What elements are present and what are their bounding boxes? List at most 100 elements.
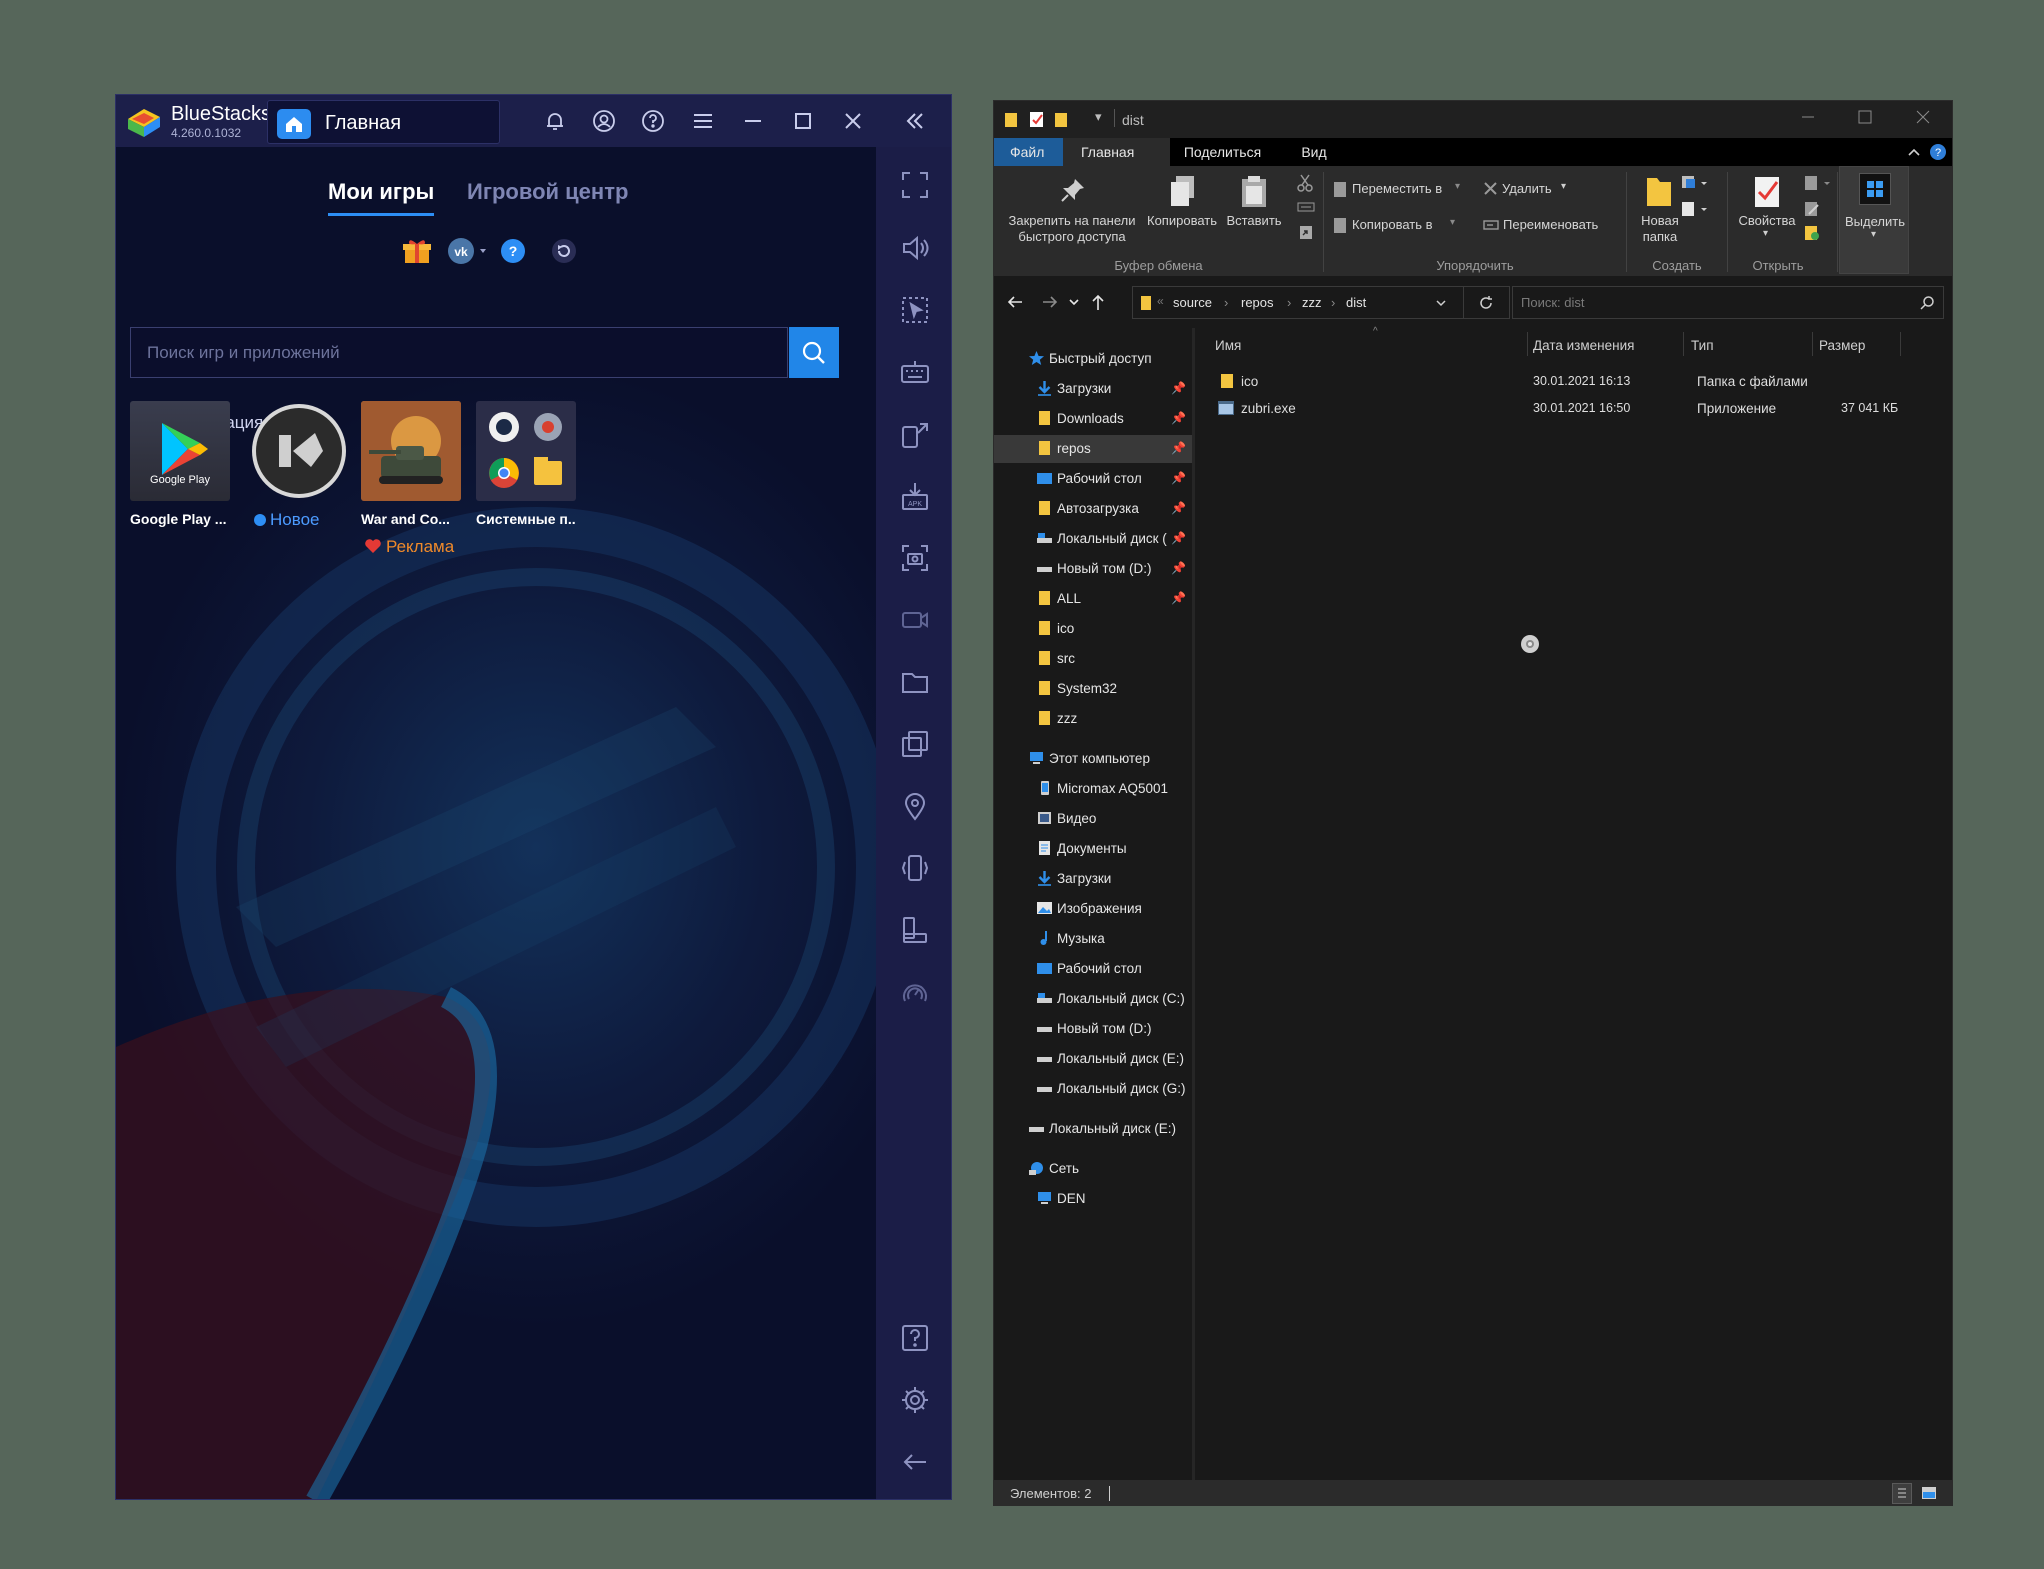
address-bar[interactable]: « source › repos › zzz › dist (1132, 286, 1510, 319)
back-icon[interactable] (900, 1447, 930, 1477)
properties-button[interactable]: Свойства ▾ (1730, 172, 1804, 252)
file-row[interactable]: zubri.exe 30.01.2021 16:50 Приложение 37… (1195, 395, 1952, 422)
screenshot-icon[interactable] (900, 543, 930, 573)
nav-pc-drive-g[interactable]: Локальный диск (G:) (994, 1075, 1192, 1103)
edit-icon[interactable] (1803, 200, 1821, 218)
maximize-icon[interactable] (789, 107, 817, 135)
copy-icon[interactable] (900, 729, 930, 759)
minimize-icon[interactable] (1800, 109, 1816, 125)
close-icon[interactable] (1915, 109, 1931, 125)
nav-pc-documents[interactable]: Документы (994, 835, 1192, 863)
location-icon[interactable] (900, 791, 930, 821)
nav-pc-drive-d[interactable]: Новый том (D:) (994, 1015, 1192, 1043)
history-icon[interactable] (1803, 224, 1821, 242)
folder-icon[interactable] (900, 667, 930, 697)
close-icon[interactable] (839, 107, 867, 135)
nav-item-desktop[interactable]: Рабочий стол 📌 (994, 465, 1192, 493)
nav-network[interactable]: Сеть (994, 1155, 1192, 1183)
column-separator[interactable] (1683, 332, 1684, 356)
breadcrumb-repos[interactable]: repos (1241, 295, 1274, 310)
maximize-icon[interactable] (1857, 109, 1873, 125)
column-header-type[interactable]: Тип (1691, 338, 1714, 353)
paste-shortcut-icon[interactable] (1298, 224, 1314, 240)
nav-item-drive-d[interactable]: Новый том (D:) 📌 (994, 555, 1192, 583)
breadcrumb-source[interactable]: source (1173, 295, 1212, 310)
eco-mode-icon[interactable] (900, 977, 930, 1007)
volume-icon[interactable] (900, 233, 930, 263)
tab-share[interactable]: Поделиться (1170, 144, 1275, 160)
open-icon[interactable] (1803, 174, 1833, 192)
new-item-icon[interactable] (1680, 174, 1708, 192)
cut-icon[interactable] (1297, 174, 1313, 192)
column-separator[interactable] (1527, 332, 1528, 356)
nav-pc-music[interactable]: Музыка (994, 925, 1192, 953)
nav-this-pc[interactable]: Этот компьютер (994, 745, 1192, 773)
shake-icon[interactable] (900, 853, 930, 883)
delete-button[interactable]: Удалить ▾ (1483, 178, 1583, 200)
column-separator[interactable] (1900, 332, 1901, 356)
back-icon[interactable] (1006, 294, 1024, 310)
up-icon[interactable] (1090, 293, 1106, 311)
bell-icon[interactable] (541, 107, 569, 135)
customize-quick-access-icon[interactable]: ▾ (1095, 109, 1102, 125)
nav-pc-drive-e[interactable]: Локальный диск (E:) (994, 1045, 1192, 1073)
tab-home[interactable]: Главная (1063, 138, 1170, 166)
fullscreen-icon[interactable] (900, 170, 930, 200)
minimize-icon[interactable] (739, 107, 767, 135)
help-icon[interactable]: ? (1929, 143, 1947, 161)
tab-game-center[interactable]: Игровой центр (467, 179, 628, 205)
breadcrumb-overflow-icon[interactable]: « (1157, 294, 1164, 308)
app-search-input[interactable]: Поиск игр и приложений (130, 327, 788, 378)
nav-item-ico[interactable]: ico (994, 615, 1192, 643)
app-system-apps[interactable] (476, 401, 576, 501)
nav-item-system32[interactable]: System32 (994, 675, 1192, 703)
recent-locations-icon[interactable] (1068, 296, 1080, 308)
new-folder-quick-icon[interactable] (1054, 111, 1068, 128)
paste-button[interactable]: Вставить (1220, 172, 1288, 252)
nav-pc-desktop[interactable]: Рабочий стол (994, 955, 1192, 983)
column-header-name[interactable]: Имя (1215, 338, 1241, 353)
search-button[interactable] (789, 327, 839, 378)
help-icon[interactable] (900, 1323, 930, 1353)
address-dropdown-icon[interactable] (1435, 298, 1447, 308)
app-google-play[interactable]: Google Play (130, 401, 230, 501)
settings-icon[interactable] (900, 1385, 930, 1415)
vk-icon[interactable]: vk (447, 237, 489, 265)
gift-icon[interactable] (402, 237, 432, 265)
menu-icon[interactable] (689, 107, 717, 135)
nav-network-den[interactable]: DEN (994, 1185, 1192, 1213)
tab-my-games[interactable]: Мои игры (328, 179, 434, 205)
move-to-button[interactable]: Переместить в ▾ (1332, 178, 1462, 200)
nav-item-downloads[interactable]: Downloads 📌 (994, 405, 1192, 433)
nav-item-startup[interactable]: Автозагрузка 📌 (994, 495, 1192, 523)
nav-drive-e[interactable]: Локальный диск (E:) (994, 1115, 1192, 1143)
nav-item-repos[interactable]: repos 📌 (994, 435, 1192, 463)
apk-install-icon[interactable]: APK (900, 481, 930, 511)
tab-view[interactable]: Вид (1284, 144, 1344, 160)
nav-item-zzz[interactable]: zzz (994, 705, 1192, 733)
refresh-icon[interactable] (1478, 295, 1494, 311)
large-icons-view-button[interactable] (1920, 1484, 1938, 1502)
copy-button[interactable]: Копировать (1144, 172, 1220, 252)
forward-icon[interactable] (1041, 294, 1059, 310)
column-header-date[interactable]: Дата изменения (1533, 338, 1634, 353)
nav-item-all[interactable]: ALL 📌 (994, 585, 1192, 613)
column-separator[interactable] (1812, 332, 1813, 356)
account-icon[interactable] (590, 107, 618, 135)
tab-file[interactable]: Файл (994, 138, 1063, 166)
file-row[interactable]: ico 30.01.2021 16:13 Папка с файлами (1195, 368, 1952, 395)
details-view-button[interactable] (1892, 1483, 1912, 1504)
rename-button[interactable]: Переименовать (1483, 214, 1613, 236)
faq-icon[interactable]: ? (499, 237, 527, 265)
nav-item-drive-c[interactable]: Локальный диск (C:) 📌 (994, 525, 1192, 553)
nav-item-src[interactable]: src (994, 645, 1192, 673)
column-header-size[interactable]: Размер (1819, 338, 1865, 353)
copy-to-button[interactable]: Копировать в ▾ (1332, 214, 1462, 236)
collapse-sidebar-icon[interactable] (901, 107, 929, 135)
nav-pc-phone[interactable]: Micromax AQ5001 (994, 775, 1192, 803)
multi-instance-icon[interactable] (900, 419, 930, 449)
easy-access-icon[interactable] (1680, 200, 1708, 218)
chevron-up-icon[interactable] (1906, 144, 1922, 160)
refresh-icon[interactable] (550, 237, 578, 265)
pointer-icon[interactable] (900, 295, 930, 325)
